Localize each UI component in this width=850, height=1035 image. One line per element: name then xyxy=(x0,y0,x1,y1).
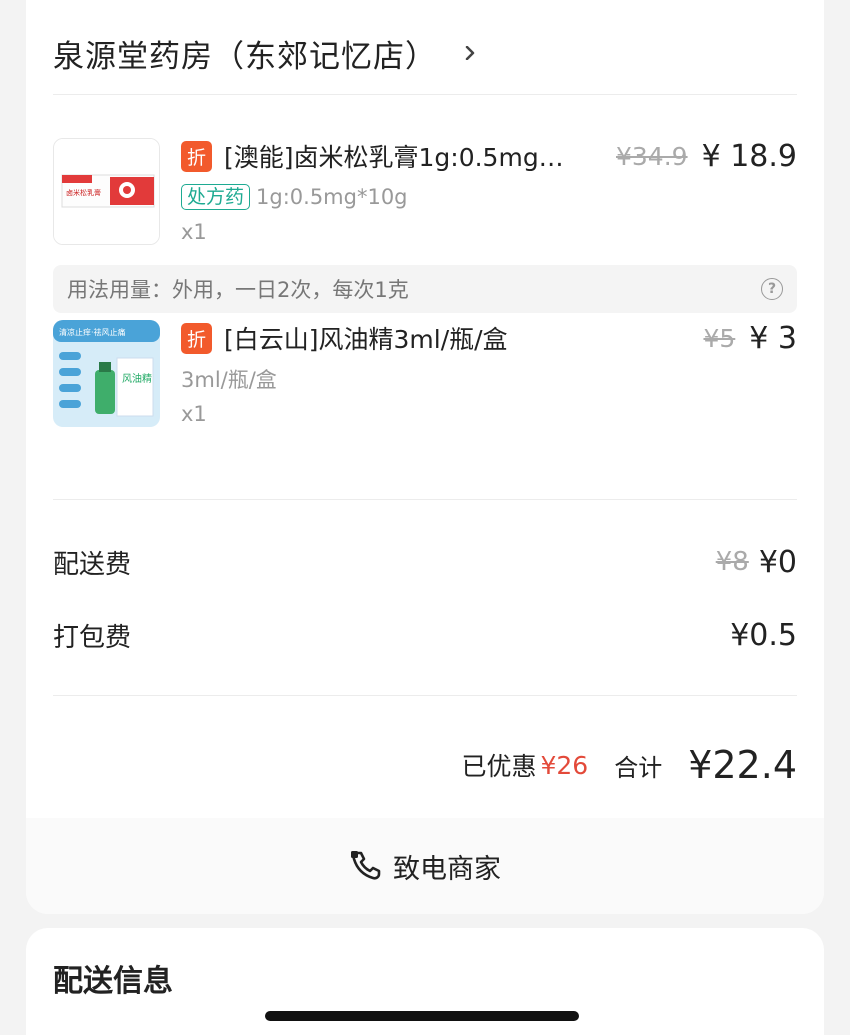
phone-icon xyxy=(351,851,381,880)
product-image-label: 风油精 xyxy=(122,372,152,385)
item-price: ¥ 3 xyxy=(749,320,797,356)
call-merchant-button[interactable]: 致电商家 xyxy=(26,818,824,914)
original-price: ¥34.9 xyxy=(616,141,688,171)
item-title[interactable]: [澳能]卤米松乳膏1g:0.5mg… xyxy=(224,138,610,174)
divider xyxy=(53,499,797,500)
item-info: 折 [澳能]卤米松乳膏1g:0.5mg… ¥34.9 ¥ 18.9 处方药 1g… xyxy=(181,138,797,244)
item-spec: 3ml/瓶/盒 xyxy=(181,368,277,392)
usage-text: 用法用量：外用，一日2次，每次1克 xyxy=(67,278,409,302)
item-quantity: x1 xyxy=(181,220,207,244)
item-quantity: x1 xyxy=(181,402,207,426)
item-price: ¥ 18.9 xyxy=(701,138,797,174)
prescription-tag: 处方药 xyxy=(181,184,251,210)
delivery-fee-value: ¥0 xyxy=(758,544,797,580)
usage-bar[interactable]: 用法用量：外用，一日2次，每次1克 ? xyxy=(53,265,797,313)
product-image-label: 清凉止痒·祛风止痛 xyxy=(59,327,126,337)
home-indicator[interactable] xyxy=(265,1011,579,1021)
item-spec: 1g:0.5mg*10g xyxy=(256,185,408,209)
packing-fee-value: ¥0.5 xyxy=(730,617,797,653)
store-name[interactable]: 泉源堂药房（东郊记忆店） xyxy=(53,31,437,76)
discount-badge: 折 xyxy=(181,140,212,172)
product-image-label: 卤米松乳膏 xyxy=(66,188,101,197)
item-info: 折 [白云山]风油精3ml/瓶/盒 ¥5 ¥ 3 3ml/瓶/盒 x1 xyxy=(181,320,797,426)
saved-amount: ¥26 xyxy=(540,750,589,780)
divider xyxy=(53,695,797,696)
product-image[interactable]: 卤米松乳膏 xyxy=(53,138,160,245)
call-merchant-label: 致电商家 xyxy=(393,853,501,885)
store-header[interactable]: 泉源堂药房（东郊记忆店） xyxy=(53,22,797,84)
delivery-fee-label: 配送费 xyxy=(53,549,132,580)
total-label: 合计 xyxy=(614,753,663,782)
delivery-fee-row: 配送费 ¥8 ¥0 xyxy=(53,542,797,582)
order-item[interactable]: 卤米松乳膏 折 [澳能]卤米松乳膏1g:0.5mg… ¥34.9 ¥ 18.9 … xyxy=(53,138,797,248)
question-circle-icon[interactable]: ? xyxy=(761,278,783,300)
product-image[interactable]: 清凉止痒·祛风止痛 风油精 xyxy=(53,320,160,427)
delivery-info-title: 配送信息 xyxy=(53,964,173,999)
item-title[interactable]: [白云山]风油精3ml/瓶/盒 xyxy=(224,320,697,356)
saved-label: 已优惠 xyxy=(461,752,537,781)
original-price: ¥5 xyxy=(703,323,736,353)
order-item[interactable]: 清凉止痒·祛风止痛 风油精 折 [白云山]风油精3ml/瓶/盒 ¥5 ¥ 3 3… xyxy=(53,320,797,430)
total-row: 已优惠 ¥26 合计 ¥22.4 xyxy=(53,735,797,795)
discount-badge: 折 xyxy=(181,322,212,354)
divider xyxy=(53,94,797,95)
packing-fee-row: 打包费 ¥0.5 xyxy=(53,615,797,655)
total-value: ¥22.4 xyxy=(688,743,797,787)
packing-fee-label: 打包费 xyxy=(53,622,132,653)
chevron-right-icon[interactable] xyxy=(463,46,477,60)
delivery-fee-original: ¥8 xyxy=(715,547,749,577)
order-card: 泉源堂药房（东郊记忆店） 卤米松乳膏 折 [澳能]卤米松乳膏1g:0.5mg… xyxy=(26,0,824,914)
